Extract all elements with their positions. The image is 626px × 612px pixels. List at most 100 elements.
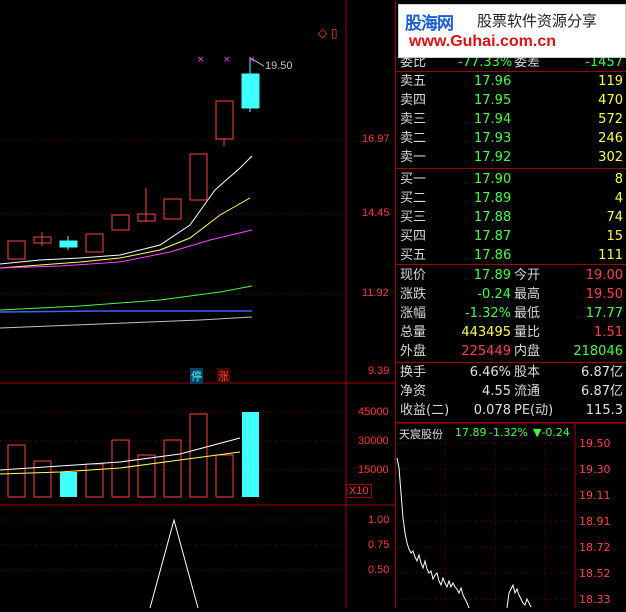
buy-row[interactable]: 买二 17.89 4: [396, 189, 626, 208]
sell-price: 17.96: [474, 74, 512, 89]
quote-label: 最低: [514, 306, 541, 321]
banner-url: www.Guhai.com.cn: [409, 33, 556, 50]
fundamental-label: 股本: [514, 365, 541, 380]
sell-row[interactable]: 卖一 17.92 302: [396, 148, 626, 167]
quote-label: 外盘: [400, 344, 427, 359]
ma-line-green: [0, 285, 253, 311]
banner-logo: 股海网: [405, 14, 454, 34]
fundamental-row[interactable]: 换手 6.46% 股本 6.87亿: [396, 363, 626, 382]
mini-axis-label: 18.33: [579, 593, 611, 606]
fundamental-label: 流通: [514, 384, 541, 399]
quote-row[interactable]: 涨跌 -0.24 最高 19.50: [396, 285, 626, 304]
buy-row[interactable]: 买四 17.87 15: [396, 227, 626, 246]
corner-icons[interactable]: ◇ ▯: [318, 26, 338, 40]
sell-level-label: 卖三: [400, 112, 427, 127]
quote-row[interactable]: 涨幅 -1.32% 最低 17.77: [396, 304, 626, 323]
buy-level-label: 买五: [400, 248, 427, 263]
buy-price: 17.89: [474, 191, 512, 206]
price-axis-label: 11.92: [362, 287, 389, 299]
quote-value: -1.32%: [465, 306, 511, 321]
candle: [111, 214, 130, 231]
sell-qty: 470: [598, 93, 623, 108]
sell-level-label: 卖五: [400, 74, 427, 89]
price-axis-label: 9.39: [368, 365, 390, 377]
candle: [189, 153, 208, 201]
quote-label: 内盘: [514, 344, 541, 359]
buy-row[interactable]: 买一 17.90 8: [396, 170, 626, 189]
fundamental-label: PE(动): [514, 403, 554, 418]
mini-axis-label: 18.91: [579, 515, 611, 528]
volume-axis-label: 15000: [358, 464, 389, 476]
mini-axis-label: 19.50: [579, 437, 611, 450]
quote-row[interactable]: 现价 17.89 今开 19.00: [396, 266, 626, 285]
buy-qty: 74: [606, 210, 623, 225]
candle: [241, 73, 260, 109]
fundamental-value: 6.46%: [469, 365, 511, 380]
sell-row[interactable]: 卖三 17.94 572: [396, 110, 626, 129]
buy-price: 17.87: [474, 229, 512, 244]
quote-value: 19.00: [585, 268, 623, 283]
fundamental-label: 收益(二): [400, 403, 450, 418]
candle: [7, 240, 26, 260]
quote-label: 总量: [400, 325, 427, 340]
quote-value: 1.51: [594, 325, 623, 340]
indicator-axis-label: 0.50: [368, 564, 390, 576]
badge-limit: 涨: [217, 368, 230, 384]
svg-text:×: ×: [248, 55, 256, 65]
buy-price: 17.86: [474, 248, 512, 263]
buy-level-label: 买二: [400, 191, 427, 206]
sell-price: 17.93: [474, 131, 512, 146]
price-axis-label: 14.45: [362, 207, 390, 219]
buy-qty: 4: [614, 191, 623, 206]
quote-label: 最高: [514, 287, 541, 302]
intraday-price-line: [396, 457, 470, 609]
fundamental-value: 0.078: [473, 403, 511, 418]
ma-line-yellow: [0, 197, 251, 269]
buy-qty: 111: [598, 248, 623, 263]
buy-qty: 8: [614, 172, 623, 187]
sell-qty: 572: [598, 112, 623, 127]
sell-row[interactable]: 卖二 17.93 246: [396, 129, 626, 148]
badge-stop: 停: [190, 368, 203, 384]
quote-label: 涨跌: [400, 287, 427, 302]
sell-row[interactable]: 卖五 17.96 119: [396, 72, 626, 91]
mini-axis-label: 19.30: [579, 463, 611, 476]
banner-slogan: 股票软件资源分享: [477, 12, 598, 30]
volume-axis-label: 30000: [358, 435, 389, 447]
fundamental-label: 净资: [400, 384, 427, 399]
sell-level-label: 卖二: [400, 131, 427, 146]
candle: [215, 100, 234, 140]
intraday-mini-chart[interactable]: 天宸股份 17.89 -1.32% ▼-0.24 19.50 19.30 19.11…: [395, 422, 626, 609]
quote-row[interactable]: 总量 443495 量比 1.51: [396, 323, 626, 342]
sell-level-label: 卖一: [400, 150, 427, 165]
sell-row[interactable]: 卖四 17.95 470: [396, 91, 626, 110]
buy-level-label: 买三: [400, 210, 427, 225]
candles: [7, 58, 265, 260]
high-price-label: 19.50: [265, 60, 293, 72]
sell-price: 17.92: [474, 150, 512, 165]
mini-change: ▼-0.24: [533, 426, 570, 439]
fundamental-row[interactable]: 收益(二) 0.078 PE(动) 115.3: [396, 401, 626, 420]
quote-value: 225449: [461, 344, 511, 359]
kline-svg: × × ×: [0, 0, 395, 609]
quote-value: 443495: [461, 325, 511, 340]
buy-level-label: 买四: [400, 229, 427, 244]
buy-row[interactable]: 买五 17.86 111: [396, 246, 626, 265]
quote-value: 218046: [573, 344, 623, 359]
svg-text:×: ×: [223, 55, 231, 65]
buy-price: 17.90: [474, 172, 512, 187]
buy-row[interactable]: 买三 17.88 74: [396, 208, 626, 227]
fundamental-label: 换手: [400, 365, 427, 380]
indicator-axis-label: 0.75: [368, 539, 390, 551]
kline-chart-area[interactable]: × × × 19.50 ◇ ▯ 16.97 14.45 11.92 9.39 停…: [0, 0, 395, 609]
sell-price: 17.95: [474, 93, 512, 108]
fundamental-row[interactable]: 净资 4.55 流通 6.87亿: [396, 382, 626, 401]
quote-row[interactable]: 外盘 225449 内盘 218046: [396, 342, 626, 361]
quote-value: -0.24: [477, 287, 511, 302]
quote-label: 现价: [400, 268, 427, 283]
sell-qty: 302: [598, 150, 623, 165]
indicator-axis-label: 1.00: [368, 514, 390, 526]
buy-qty: 15: [606, 229, 623, 244]
quote-value: 19.50: [585, 287, 623, 302]
mini-stock-name: 天宸股份: [399, 428, 443, 441]
